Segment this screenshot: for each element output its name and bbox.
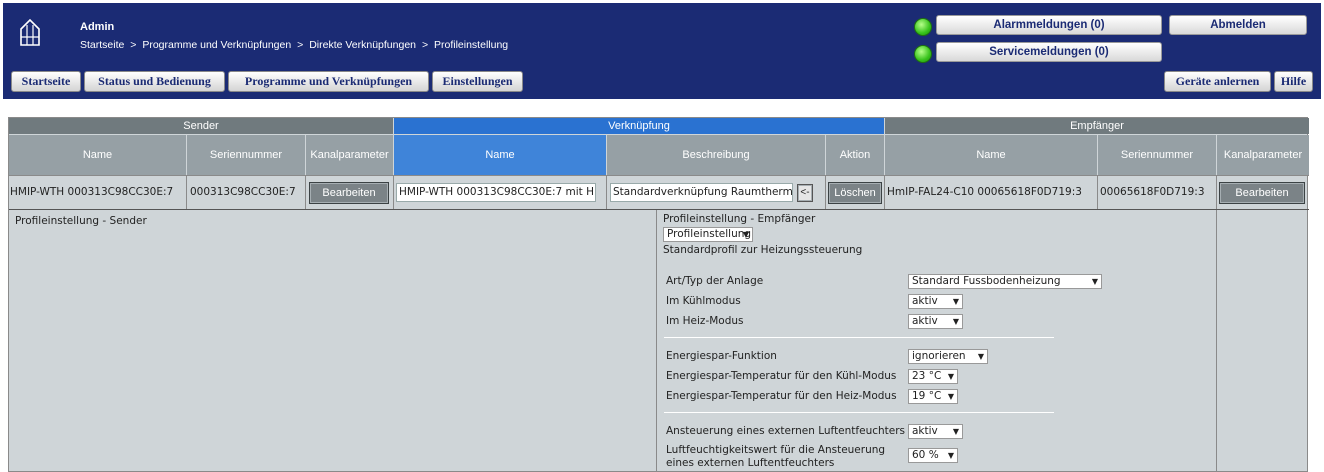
logout-button[interactable]: Abmelden (1169, 15, 1307, 35)
triangle-down-icon: ▼ (742, 230, 749, 239)
nav-einstellungen[interactable]: Einstellungen (432, 71, 523, 92)
heating-mode-select[interactable]: aktiv ▼ (908, 314, 963, 329)
triangle-down-icon: ▼ (947, 392, 954, 401)
col-header-link-name: Name (394, 135, 606, 175)
house-logo-icon (20, 18, 40, 46)
breadcrumb-separator: > (130, 39, 137, 51)
triangle-down-icon: ▼ (952, 427, 959, 436)
service-status-led-icon (914, 45, 932, 63)
select-value: aktiv (912, 315, 938, 327)
col-divider (393, 176, 394, 209)
link-table: Sender Verknüpfung Empfänger Name Serien… (8, 117, 1309, 472)
service-messages-button[interactable]: Servicemeldungen (0) (936, 42, 1162, 62)
triangle-down-icon: ▼ (952, 317, 959, 326)
cooling-mode-select[interactable]: aktiv ▼ (908, 294, 963, 309)
triangle-down-icon: ▼ (1091, 277, 1098, 286)
alarm-status-led-icon (914, 18, 932, 36)
setting-label: Art/Typ der Anlage (666, 275, 764, 287)
select-value: 23 °C (912, 370, 942, 382)
section-separator (664, 412, 1054, 413)
breadcrumb-item[interactable]: Direkte Verknüpfungen (309, 39, 416, 51)
group-header-receiver: Empfänger (885, 118, 1309, 134)
col-divider (305, 176, 306, 209)
group-header-link: Verknüpfung (394, 118, 884, 134)
sender-serial: 000313C98CC30E:7 (190, 186, 296, 198)
alarm-messages-button[interactable]: Alarmmeldungen (0) (936, 15, 1162, 35)
setting-label: Im Heiz-Modus (666, 315, 744, 327)
description-arrow-button[interactable]: <- (797, 184, 813, 202)
help-button[interactable]: Hilfe (1274, 71, 1313, 92)
select-value: 19 °C (912, 390, 942, 402)
setting-label: Luftfeuchtigkeitswert für die Ansteuerun… (666, 444, 886, 456)
dehumidifier-select[interactable]: aktiv ▼ (908, 424, 963, 439)
triangle-down-icon: ▼ (977, 352, 984, 361)
col-header-receiver-name: Name (885, 135, 1097, 175)
sender-edit-button[interactable]: Bearbeiten (309, 182, 389, 204)
row-divider (9, 175, 1309, 176)
profile-select[interactable]: Profileinstellung ▼ (663, 227, 753, 242)
breadcrumb-item[interactable]: Startseite (80, 39, 124, 51)
col-divider (1097, 176, 1098, 209)
link-name-input[interactable]: HMIP-WTH 000313C98CC30E:7 mit H (396, 183, 596, 202)
col-divider (825, 176, 826, 209)
delete-link-button[interactable]: Löschen (828, 182, 882, 204)
receiver-edit-button[interactable]: Bearbeiten (1219, 182, 1305, 204)
row-divider (9, 209, 1309, 210)
col-header-receiver-serial: Seriennummer (1098, 135, 1216, 175)
nav-startseite[interactable]: Startseite (11, 71, 81, 92)
col-divider (186, 176, 187, 209)
nav-programme[interactable]: Programme und Verknüpfungen (228, 71, 429, 92)
receiver-profile-title: Profileinstellung - Empfänger (663, 213, 816, 225)
select-value: Standard Fussbodenheizung (912, 275, 1061, 287)
select-value: aktiv (912, 425, 938, 437)
triangle-down-icon: ▼ (947, 451, 954, 460)
breadcrumb: Startseite > Programme und Verknüpfungen… (80, 39, 511, 51)
setting-label-line2: eines externen Luftentfeuchters (666, 457, 835, 469)
system-type-select[interactable]: Standard Fussbodenheizung ▼ (908, 274, 1102, 289)
triangle-down-icon: ▼ (952, 297, 959, 306)
section-separator (664, 337, 1054, 338)
breadcrumb-item[interactable]: Programme und Verknüpfungen (142, 39, 291, 51)
col-header-link-action: Aktion (826, 135, 884, 175)
setting-label: Energiespar-Funktion (666, 350, 777, 362)
col-divider (1216, 176, 1217, 209)
col-divider (606, 176, 607, 209)
humidity-threshold-select[interactable]: 60 % ▼ (908, 448, 958, 463)
breadcrumb-separator: > (421, 39, 429, 51)
triangle-down-icon: ▼ (947, 372, 954, 381)
link-description-input[interactable]: Standardverknüpfung Raumtherm (610, 183, 793, 202)
breadcrumb-item-current: Profileinstellung (434, 39, 509, 51)
setting-label: Im Kühlmodus (666, 295, 741, 307)
sender-profile-title: Profileinstellung - Sender (15, 215, 147, 227)
col-divider (884, 176, 885, 209)
profile-description: Standardprofil zur Heizungssteuerung (663, 244, 863, 256)
panel-divider (656, 210, 657, 472)
breadcrumb-separator: > (297, 39, 304, 51)
setting-label: Ansteuerung eines externen Luftentfeucht… (666, 425, 906, 437)
select-value: ignorieren (912, 350, 966, 362)
col-header-sender-param: Kanalparameter (306, 135, 393, 175)
select-value: aktiv (912, 295, 938, 307)
energy-saving-select[interactable]: ignorieren ▼ (908, 349, 988, 364)
nav-status-bedienung[interactable]: Status und Bedienung (84, 71, 225, 92)
sender-name: HMIP-WTH 000313C98CC30E:7 (10, 186, 174, 198)
top-header: Admin Startseite > Programme und Verknüp… (3, 3, 1321, 99)
setting-label: Energiespar-Temperatur für den Heiz-Modu… (666, 390, 897, 402)
teach-devices-button[interactable]: Geräte anlernen (1164, 71, 1271, 92)
energy-heat-temp-select[interactable]: 19 °C ▼ (908, 389, 958, 404)
col-header-sender-name: Name (9, 135, 186, 175)
receiver-name: HmIP-FAL24-C10 00065618F0D719:3 (887, 186, 1082, 198)
receiver-serial: 00065618F0D719:3 (1100, 186, 1205, 198)
group-header-sender: Sender (9, 118, 393, 134)
profile-select-value: Profileinstellung (667, 228, 752, 240)
select-value: 60 % (912, 449, 939, 461)
user-name: Admin (80, 21, 115, 33)
col-header-receiver-param: Kanalparameter (1217, 135, 1309, 175)
panel-divider (1216, 210, 1217, 472)
setting-label: Energiespar-Temperatur für den Kühl-Modu… (666, 370, 897, 382)
col-header-link-desc: Beschreibung (607, 135, 825, 175)
col-header-sender-serial: Seriennummer (187, 135, 305, 175)
energy-cool-temp-select[interactable]: 23 °C ▼ (908, 369, 958, 384)
